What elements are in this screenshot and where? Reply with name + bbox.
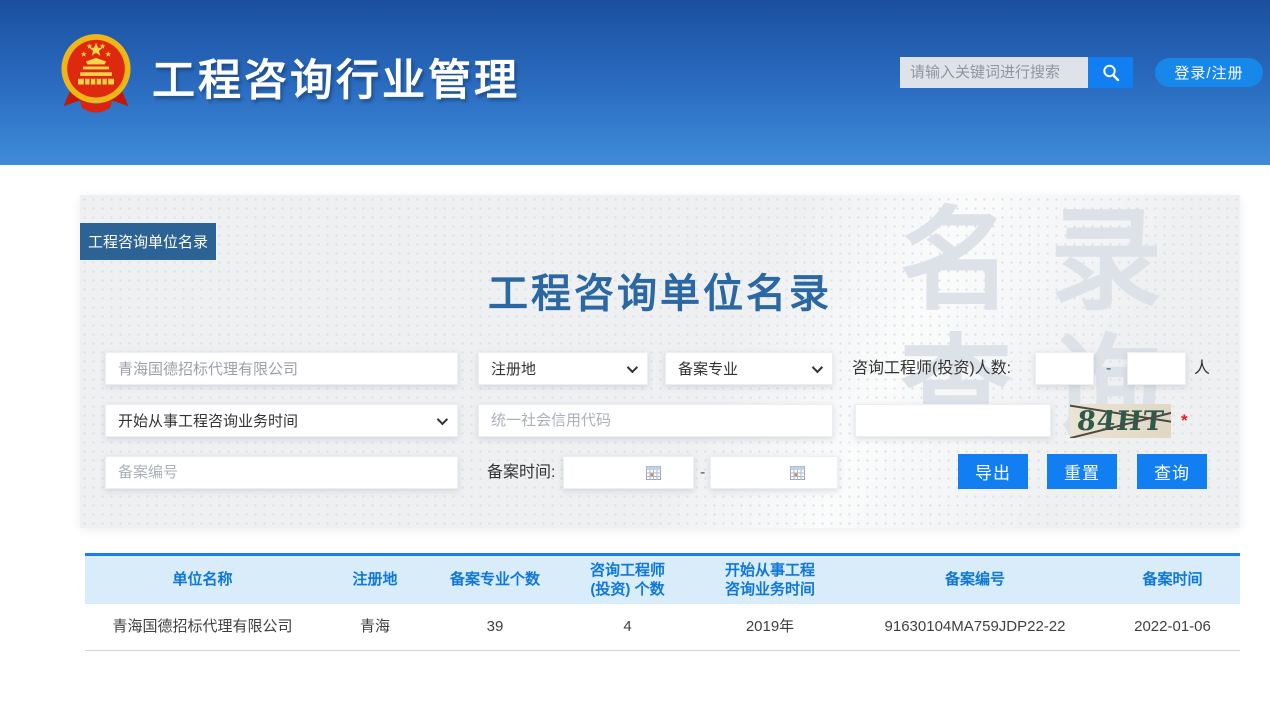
reset-button[interactable]: 重置	[1047, 454, 1117, 489]
record-time-end-input[interactable]	[710, 456, 838, 489]
specialty-select[interactable]: 备案专业	[665, 352, 833, 385]
cell-unit-name: 青海国德招标代理有限公司	[85, 617, 320, 637]
login-register-button[interactable]: 登录/注册	[1155, 58, 1263, 87]
table-header-row: 单位名称 注册地 备案专业个数 咨询工程师 (投资) 个数 开始从事工程 咨询业…	[85, 556, 1240, 604]
header-search	[900, 57, 1133, 88]
export-button[interactable]: 导出	[958, 454, 1028, 489]
calendar-icon[interactable]	[790, 466, 805, 480]
search-icon	[1101, 63, 1121, 83]
range-dash: -	[1106, 352, 1111, 385]
col-header-record-time: 备案时间	[1105, 570, 1240, 590]
region-select[interactable]: 注册地	[478, 352, 648, 385]
company-name-input[interactable]	[105, 352, 458, 385]
chevron-down-icon	[812, 361, 823, 372]
captcha-text: 84HT	[1075, 406, 1165, 437]
col-header-engineer-count: 咨询工程师 (投资) 个数	[560, 561, 695, 600]
record-time-label: 备案时间:	[487, 456, 555, 489]
required-asterisk: *	[1181, 404, 1188, 437]
cell-start-time: 2019年	[695, 617, 845, 637]
site-header: 工程咨询行业管理 登录/注册	[0, 0, 1270, 165]
start-time-select-value: 开始从事工程咨询业务时间	[118, 410, 298, 431]
col-header-start-time: 开始从事工程 咨询业务时间	[695, 561, 845, 600]
cell-record-time: 2022-01-06	[1105, 617, 1240, 637]
cell-record-number: 91630104MA759JDP22-22	[845, 617, 1105, 637]
table-row: 青海国德招标代理有限公司 青海 39 4 2019年 91630104MA759…	[85, 604, 1240, 651]
results-table: 单位名称 注册地 备案专业个数 咨询工程师 (投资) 个数 开始从事工程 咨询业…	[85, 553, 1240, 651]
col-header-specialty-count: 备案专业个数	[430, 570, 560, 590]
chevron-down-icon	[627, 361, 638, 372]
search-input[interactable]	[900, 57, 1088, 88]
directory-search-panel: 名录 查询 工程咨询单位名录 工程咨询单位名录 注册地 备案专业 咨询工程师(投…	[80, 195, 1240, 528]
engineer-count-min-input[interactable]	[1035, 352, 1094, 385]
region-select-value: 注册地	[491, 358, 536, 379]
engineer-count-max-input[interactable]	[1127, 352, 1186, 385]
col-header-unit-name: 单位名称	[85, 570, 320, 590]
national-emblem-logo	[60, 32, 132, 114]
panel-title: 工程咨询单位名录	[80, 261, 1240, 319]
cell-engineer-count: 4	[560, 617, 695, 637]
tab-unit-directory[interactable]: 工程咨询单位名录	[80, 223, 216, 260]
person-unit-label: 人	[1194, 352, 1210, 385]
record-number-input[interactable]	[105, 456, 458, 489]
specialty-select-value: 备案专业	[678, 358, 738, 379]
query-button[interactable]: 查询	[1137, 454, 1207, 489]
engineer-count-label: 咨询工程师(投资)人数:	[852, 352, 1011, 385]
chevron-down-icon	[437, 413, 448, 424]
record-time-start-input[interactable]	[563, 456, 694, 489]
search-button[interactable]	[1088, 57, 1133, 88]
date-range-dash: -	[700, 456, 705, 489]
cell-region: 青海	[320, 617, 430, 637]
credit-code-input[interactable]	[478, 404, 833, 437]
col-header-record-number: 备案编号	[845, 570, 1105, 590]
calendar-icon[interactable]	[646, 466, 661, 480]
col-header-region: 注册地	[320, 570, 430, 590]
cell-specialty-count: 39	[430, 617, 560, 637]
captcha-input[interactable]	[855, 404, 1051, 437]
captcha-image[interactable]: 84HT	[1070, 404, 1171, 438]
start-time-select[interactable]: 开始从事工程咨询业务时间	[105, 404, 458, 437]
page-title: 工程咨询行业管理	[152, 46, 520, 108]
